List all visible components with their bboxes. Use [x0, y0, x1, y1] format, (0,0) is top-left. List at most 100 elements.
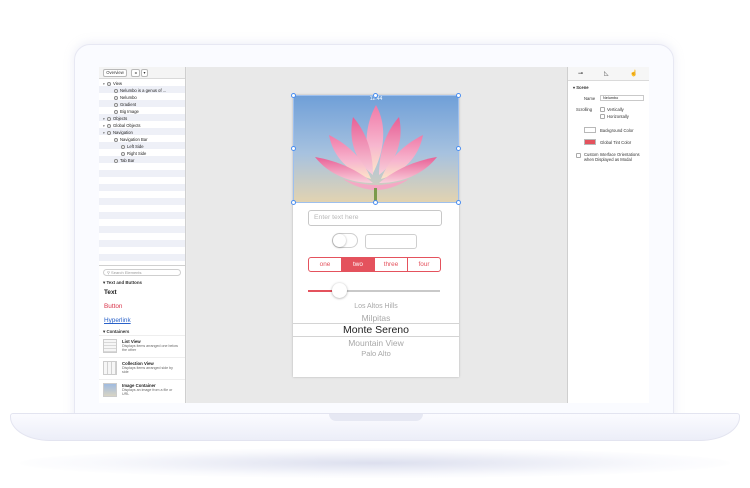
inspector-tabs: ⊸ ◺ ☝	[568, 67, 649, 81]
phone-preview[interactable]: 12:44 Enter text here one two three four Lo…	[293, 95, 459, 377]
library-item-collection-view[interactable]: Collection View Displays items arranged …	[99, 357, 185, 379]
resize-handle-bottom-left[interactable]	[291, 200, 296, 205]
library-item-text[interactable]: Text	[99, 286, 185, 300]
tree-row-label: Global Objects	[113, 123, 141, 128]
library-item-list-view[interactable]: List View Displays items arranged one be…	[99, 335, 185, 357]
layout-tab-icon[interactable]: ◺	[604, 70, 609, 77]
list-view-description: Displays items arranged one below the ot…	[122, 344, 178, 353]
collection-view-icon	[103, 361, 117, 375]
element-icon	[121, 144, 125, 149]
scene-section-header[interactable]: ▾ Scene	[573, 85, 589, 90]
library-section-containers[interactable]: ▾ Containers	[99, 328, 185, 335]
element-icon	[114, 102, 118, 107]
scrolling-label: Scrolling	[576, 107, 593, 112]
navigator-panel: Overview ◂ ▾ ▾ View Nelumbo is a genus of …	[99, 67, 186, 403]
element-icon	[121, 151, 125, 156]
picker-item[interactable]: Palo Alto	[293, 349, 459, 358]
segment-3[interactable]: four	[408, 258, 440, 271]
library-item-button[interactable]: Button	[99, 300, 185, 314]
tree-row-label: Tab Bar	[120, 158, 135, 163]
element-icon	[114, 158, 118, 163]
resize-handle-left[interactable]	[291, 146, 296, 151]
picker-item[interactable]: Monte Sereno	[293, 324, 459, 336]
resize-handle-top[interactable]	[373, 93, 378, 98]
stepper-field[interactable]	[365, 234, 417, 249]
element-icon	[114, 95, 118, 100]
horizontally-checkbox[interactable]	[600, 114, 605, 119]
list-view-icon	[103, 339, 117, 353]
tree-row-label: Big Image	[120, 109, 139, 114]
tree-row-label: Left Side	[127, 144, 144, 149]
library-section-text-buttons[interactable]: ▾ Text and Buttons	[99, 279, 185, 286]
custom-orientations-label-line-2: when Displayed as Modal	[584, 157, 632, 162]
resize-handle-bottom[interactable]	[373, 200, 378, 205]
tree-row[interactable]: Big Image	[99, 108, 139, 115]
slider-thumb[interactable]	[332, 283, 348, 298]
custom-orientations-checkbox[interactable]	[576, 153, 581, 158]
text-field[interactable]: Enter text here	[308, 210, 442, 226]
overview-button[interactable]: Overview	[103, 69, 127, 77]
tree-row[interactable]: Left Side	[99, 143, 144, 150]
element-icon	[107, 116, 111, 121]
resize-handle-top-right[interactable]	[456, 93, 461, 98]
tree-row[interactable]: Nelumbo	[99, 94, 137, 101]
attributes-tab-icon[interactable]: ⊸	[578, 70, 583, 77]
slider-track[interactable]	[308, 290, 440, 292]
picker-item[interactable]: Mountain View	[293, 338, 459, 348]
back-arrow-icon: ◂	[134, 70, 137, 75]
global-tint-swatch[interactable]	[584, 139, 596, 145]
app-screen: Overview ◂ ▾ ▾ View Nelumbo is a genus of …	[99, 67, 649, 403]
name-label: Name	[584, 96, 596, 101]
library-item-image-container[interactable]: Image Container Displays an image from a…	[99, 379, 185, 401]
element-icon	[114, 137, 118, 142]
picker-wheel[interactable]: Los Altos Hills Milpitas Monte Sereno Mount…	[293, 303, 459, 364]
collection-view-description: Displays items arranged side by side	[122, 366, 173, 375]
design-canvas[interactable]: 12:44 Enter text here one two three four Lo…	[187, 67, 567, 403]
lotus-flower-image	[315, 105, 437, 202]
segment-2[interactable]: three	[375, 258, 408, 271]
library-search-input[interactable]: ⚲ Search Elements	[103, 269, 181, 276]
background-color-label: Background Color	[600, 128, 634, 133]
resize-handle-top-left[interactable]	[291, 93, 296, 98]
image-container-description: Displays an image from a file or URL	[122, 388, 173, 397]
element-icon	[114, 88, 118, 93]
tree-row[interactable]: Tab Bar	[99, 157, 134, 164]
history-dropdown-button[interactable]: ▾	[141, 69, 148, 77]
element-icon	[114, 109, 118, 114]
tree-row[interactable]: Right Side	[99, 150, 146, 157]
segmented-control[interactable]: one two three four	[308, 257, 441, 272]
tree-row-label: Right Side	[127, 151, 147, 156]
back-forward-button[interactable]: ◂	[131, 69, 140, 77]
tree-row-label: Nelumbo	[120, 95, 137, 100]
tree-row[interactable]: Navigation Bar	[99, 136, 147, 143]
vertically-label: Vertically	[607, 107, 624, 112]
tree-row-label: Gradient	[120, 102, 137, 107]
element-tree: ▾ View Nelumbo is a genus of ... Nelumbo Gra…	[99, 79, 185, 265]
tree-row[interactable]: Gradient	[99, 101, 136, 108]
global-tint-label: Global Tint Color	[600, 140, 632, 145]
resize-handle-bottom-right[interactable]	[456, 200, 461, 205]
big-image[interactable]: 12:44	[293, 95, 459, 202]
tree-row[interactable]: ▾ Navigation	[99, 129, 133, 136]
tree-row[interactable]: ▾ Global Objects	[99, 122, 140, 129]
vertically-checkbox[interactable]	[600, 107, 605, 112]
actions-tab-icon[interactable]: ☝	[630, 70, 637, 77]
horizontally-label: Horizontally	[607, 114, 629, 119]
picker-item[interactable]: Milpitas	[293, 313, 459, 323]
tree-row[interactable]: ▾ View	[99, 80, 122, 87]
resize-handle-right[interactable]	[456, 146, 461, 151]
element-icon	[107, 123, 111, 128]
tree-row-label: View	[113, 81, 123, 86]
name-field[interactable]: Nelumbo	[600, 95, 644, 101]
toggle-switch[interactable]	[332, 233, 358, 248]
library-item-hyperlink[interactable]: Hyperlink	[99, 314, 185, 328]
tree-row[interactable]: ▾ Objects	[99, 115, 127, 122]
picker-item[interactable]: Los Altos Hills	[293, 303, 459, 310]
background-color-swatch[interactable]	[584, 127, 596, 133]
tree-row-label: Nelumbo is a genus of ...	[120, 88, 167, 93]
tree-row-label: Navigation Bar	[120, 137, 148, 142]
segment-1[interactable]: two	[342, 258, 375, 271]
segment-0[interactable]: one	[309, 258, 342, 271]
tree-row[interactable]: Nelumbo is a genus of ...	[99, 87, 166, 94]
tree-row-label: Navigation	[113, 130, 133, 135]
